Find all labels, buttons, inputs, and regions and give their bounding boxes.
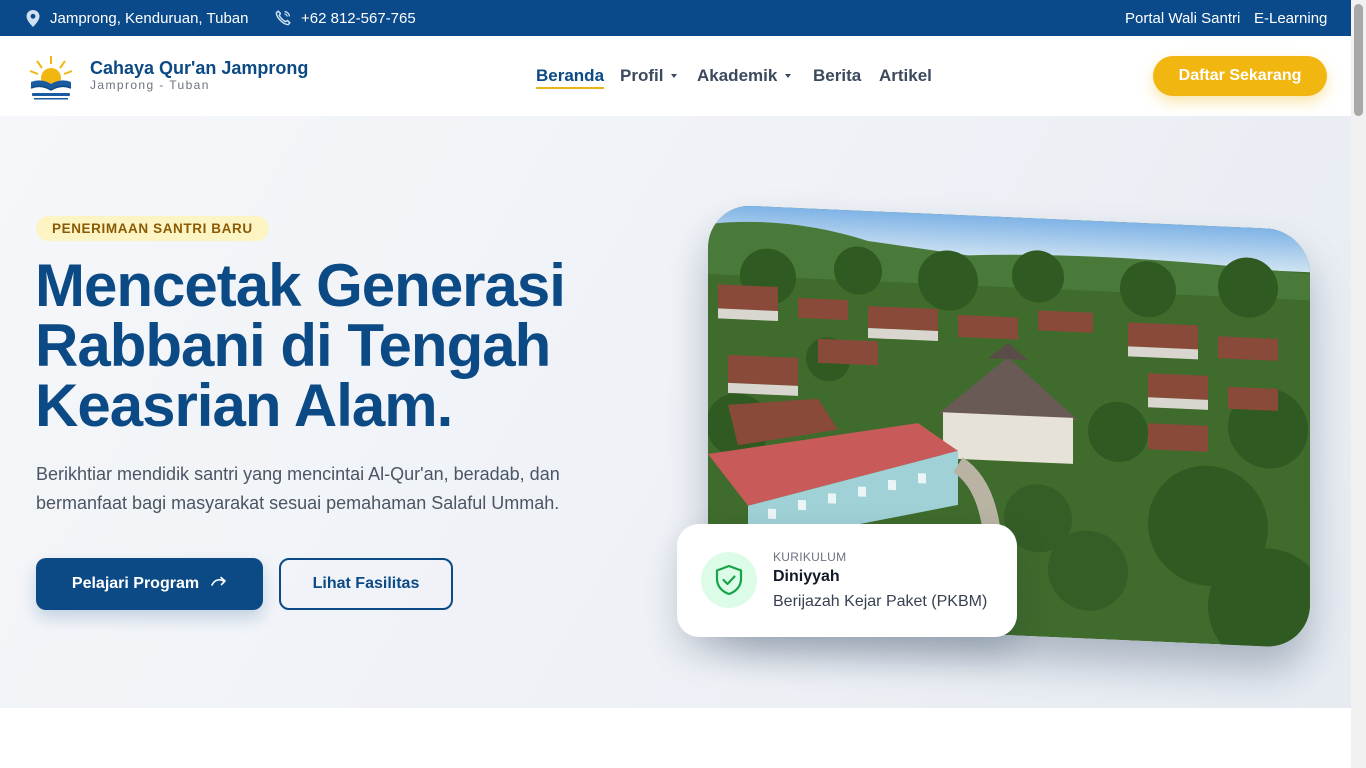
nav-berita[interactable]: Berita bbox=[813, 36, 861, 116]
site-logo[interactable] bbox=[25, 52, 77, 102]
phone-info: +62 812-567-765 bbox=[275, 0, 416, 36]
pelajari-program-button[interactable]: Pelajari Program bbox=[36, 558, 263, 610]
page-scrollbar[interactable] bbox=[1351, 0, 1366, 768]
lihat-fasilitas-button[interactable]: Lihat Fasilitas bbox=[279, 558, 453, 610]
admission-badge: PENERIMAAN SANTRI BARU bbox=[36, 216, 269, 241]
location-text: Jamprong, Kenduruan, Tuban bbox=[50, 9, 249, 27]
nav-berita-label: Berita bbox=[813, 66, 862, 85]
hero-description: Berikhtiar mendidik santri yang mencinta… bbox=[36, 464, 560, 513]
curriculum-card: KURIKULUM Diniyyah Berijazah Kejar Paket… bbox=[677, 524, 1017, 637]
top-bar: Jamprong, Kenduruan, Tuban +62 812-567-7… bbox=[0, 0, 1351, 36]
nav-profil[interactable]: Profil bbox=[620, 36, 678, 116]
pelajari-program-label: Pelajari Program bbox=[71, 575, 200, 592]
brand-subtitle: Jamprong - Tuban bbox=[90, 78, 210, 92]
nav-beranda-label: Beranda bbox=[536, 66, 605, 85]
portal-wali-santri-link[interactable]: Portal Wali Santri bbox=[1125, 0, 1240, 36]
nav-artikel-label: Artikel bbox=[879, 66, 932, 85]
location-info: Jamprong, Kenduruan, Tuban bbox=[26, 0, 248, 36]
arrow-right-icon bbox=[211, 575, 227, 593]
nav-akademik[interactable]: Akademik bbox=[697, 36, 792, 116]
headline-line-1: Mencetak Generasi bbox=[35, 252, 566, 319]
card-title: Diniyyah bbox=[773, 568, 840, 585]
main-header: Cahaya Qur'an Jamprong Jamprong - Tuban … bbox=[0, 36, 1351, 116]
headline-line-3: Keasrian Alam. bbox=[35, 372, 453, 439]
daftar-sekarang-button[interactable]: Daftar Sekarang bbox=[1153, 56, 1327, 96]
location-pin-icon bbox=[26, 9, 40, 27]
hero-headline: Mencetak Generasi Rabbani di Tengah Keas… bbox=[35, 256, 655, 436]
phone-icon bbox=[275, 10, 291, 26]
brand-name[interactable]: Cahaya Qur'an Jamprong bbox=[90, 58, 308, 79]
nav-akademik-label: Akademik bbox=[697, 66, 778, 85]
nav-beranda[interactable]: Beranda bbox=[536, 36, 605, 116]
nav-profil-label: Profil bbox=[620, 66, 664, 85]
hero-section: PENERIMAAN SANTRI BARU Mencetak Generasi… bbox=[0, 116, 1351, 708]
chevron-down-icon bbox=[785, 74, 792, 78]
headline-line-2: Rabbani di Tengah bbox=[35, 312, 551, 379]
nav-artikel[interactable]: Artikel bbox=[879, 36, 932, 116]
scrollbar-thumb[interactable] bbox=[1354, 4, 1363, 116]
card-label: KURIKULUM bbox=[773, 550, 847, 564]
chevron-down-icon bbox=[671, 74, 678, 78]
phone-text: +62 812-567-765 bbox=[301, 9, 416, 27]
e-learning-link[interactable]: E-Learning bbox=[1254, 0, 1327, 36]
shield-check-icon bbox=[701, 552, 757, 608]
card-subtitle: Berijazah Kejar Paket (PKBM) bbox=[773, 593, 988, 610]
